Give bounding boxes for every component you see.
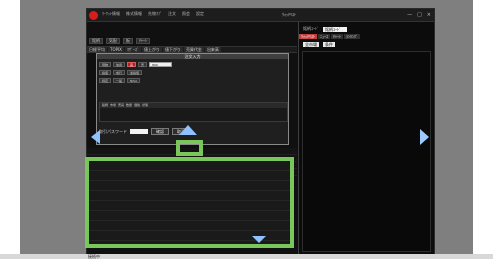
dialog-footer: 取引パスワード 確認 取消 [99, 128, 190, 135]
menu-item-order[interactable]: 注文 [167, 11, 177, 16]
chip-market[interactable]: 成行 [113, 70, 126, 75]
large-selection-box[interactable] [85, 157, 294, 248]
menu-item-futures[interactable]: 先物ｵﾌﾟ [147, 11, 163, 16]
chip-nisa[interactable]: NISA [127, 78, 141, 83]
right-panel: 銘柄ｺｰﾄﾞ 銘柄ｺｰﾄﾞ ｳｫｯﾁﾘｽﾄ ﾆｭｰｽ ﾁｬｰﾄ ﾗﾝｷﾝｸﾞ 全… [298, 22, 434, 258]
tab-gainers[interactable]: 値上がり [141, 47, 162, 52]
filter-condition[interactable]: 条件 [323, 42, 335, 47]
maximize-icon[interactable]: □ [417, 12, 422, 18]
grid-col-qty: 数量 [126, 103, 133, 107]
tool-chart[interactable]: ﾁｬｰﾄ [136, 38, 150, 44]
main-menu: ﾏｰｹｯﾄ情報 株式情報 先物ｵﾌﾟ 注文 照会 設定 [101, 11, 205, 16]
market-tabs: 日経平均 TOPIX ﾏｻﾞｰｽﾞ 値上がり 値下がり 売買代金 出来高 [87, 46, 297, 53]
tab-chart[interactable]: ﾁｬｰﾄ [331, 34, 343, 39]
status-text: 接続中 [88, 254, 100, 259]
grid-col-side: 売買 [118, 103, 125, 107]
chip-cash[interactable]: 現物 [99, 62, 112, 67]
price-input[interactable]: 800 [149, 62, 173, 67]
small-selection-box[interactable] [176, 140, 203, 156]
tool-quote[interactable]: 気配 [106, 38, 120, 44]
menu-item-inquiry[interactable]: 照会 [181, 11, 191, 16]
right-filter-bar: 全市場 条件 [303, 42, 335, 47]
tab-volume[interactable]: 出来高 [204, 47, 221, 52]
menu-item-settings[interactable]: 設定 [195, 11, 205, 16]
right-label: 銘柄ｺｰﾄﾞ [303, 26, 319, 31]
dialog-row-account: 特定 一般 NISA [99, 78, 141, 83]
app-logo [89, 11, 98, 20]
menu-item-stocks[interactable]: 株式情報 [125, 11, 143, 16]
confirm-button[interactable]: 確認 [151, 128, 169, 135]
tab-news[interactable]: ﾆｭｰｽ [318, 34, 330, 39]
chip-general[interactable]: 一般 [113, 78, 126, 83]
chip-specific[interactable]: 特定 [99, 78, 112, 83]
order-grid: 銘柄 市場 売買 数量 価格 状態 [99, 102, 288, 122]
password-input[interactable] [130, 129, 148, 134]
grid-col-symbol: 銘柄 [102, 103, 109, 107]
chip-margin[interactable]: 信用 [113, 62, 126, 67]
right-tabs: ｳｫｯﾁﾘｽﾄ ﾆｭｰｽ ﾁｬｰﾄ ﾗﾝｷﾝｸﾞ [299, 34, 360, 39]
grid-col-status: 状態 [142, 103, 149, 107]
chip-buy[interactable]: 買 [127, 62, 137, 67]
password-label: 取引パスワード [99, 129, 127, 134]
tab-ranking[interactable]: ﾗﾝｷﾝｸﾞ [344, 34, 360, 39]
tab-nikkei[interactable]: 日経平均 [87, 47, 107, 52]
minimize-icon[interactable]: — [407, 12, 412, 18]
order-grid-header: 銘柄 市場 売買 数量 価格 状態 [100, 103, 287, 108]
chip-limit[interactable]: 指値 [99, 70, 112, 75]
chip-sell[interactable]: 売 [138, 62, 148, 67]
tab-watchlist[interactable]: ｳｫｯﾁﾘｽﾄ [299, 34, 317, 39]
tab-losers[interactable]: 値下がり [162, 47, 183, 52]
status-bar [0, 254, 493, 259]
header-right-title: ｳｫｯﾁﾘｽﾄ [282, 12, 296, 17]
dialog-row-order: 指値 成行 逆指値 [99, 70, 143, 75]
filter-all-markets[interactable]: 全市場 [303, 42, 319, 47]
window-controls: — □ × [407, 12, 431, 18]
grid-col-market: 市場 [110, 103, 117, 107]
symbol-search-input[interactable]: 銘柄ｺｰﾄﾞ [323, 26, 347, 32]
screen-root: ﾏｰｹｯﾄ情報 株式情報 先物ｵﾌﾟ 注文 照会 設定 ｳｫｯﾁﾘｽﾄ — □ … [0, 0, 493, 259]
chip-stop[interactable]: 逆指値 [127, 70, 143, 75]
dialog-row-type: 現物 信用 買 売 800 [99, 62, 173, 67]
close-icon[interactable]: × [427, 12, 431, 18]
dialog-title: 注文入力 [97, 54, 288, 59]
tab-mothers[interactable]: ﾏｻﾞｰｽﾞ [124, 47, 141, 52]
titlebar: ﾏｰｹｯﾄ情報 株式情報 先物ｵﾌﾟ 注文 照会 設定 ｳｫｯﾁﾘｽﾄ — □ … [87, 9, 434, 22]
tool-board[interactable]: 板 [123, 38, 133, 44]
tab-topix[interactable]: TOPIX [108, 47, 124, 52]
grid-col-price: 価格 [134, 103, 141, 107]
menu-item-market[interactable]: ﾏｰｹｯﾄ情報 [101, 11, 121, 16]
right-toolbar: 銘柄ｺｰﾄﾞ 銘柄ｺｰﾄﾞ [303, 26, 347, 32]
watchlist-grid[interactable] [302, 51, 431, 252]
left-toolbar: 銘柄 気配 板 ﾁｬｰﾄ [89, 38, 150, 44]
tool-symbol[interactable]: 銘柄 [89, 38, 103, 44]
tab-turnover[interactable]: 売買代金 [183, 47, 204, 52]
